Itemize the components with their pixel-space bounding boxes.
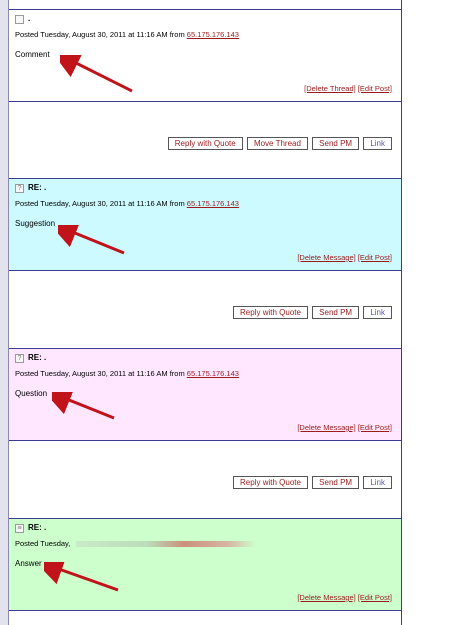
- post-actions: Reply with Quote Send PM Link: [9, 270, 401, 348]
- post-date: Posted Tuesday, August 30, 2011 at 11:16…: [15, 199, 185, 208]
- post-body: Suggestion: [15, 219, 56, 228]
- post-title: RE: .: [28, 183, 47, 192]
- ip-link[interactable]: 65.175.176.143: [187, 199, 239, 208]
- post-admin-links: [Delete Message] [Edit Post]: [297, 593, 392, 602]
- button-row: Reply with Quote Send PM Link: [231, 476, 392, 489]
- ip-link[interactable]: 65.175.176.143: [187, 30, 239, 39]
- post-type-icon: [15, 15, 24, 24]
- reply-with-quote-button[interactable]: Reply with Quote: [233, 306, 308, 319]
- reply-with-quote-button[interactable]: Reply with Quote: [233, 476, 308, 489]
- post-date: Posted Tuesday, August 30, 2011 at 11:16…: [15, 369, 185, 378]
- post-date: Posted Tuesday,: [15, 539, 71, 548]
- delete-message-link[interactable]: [Delete Message]: [297, 593, 355, 602]
- annotation-arrow-icon: [44, 562, 119, 592]
- edit-post-link[interactable]: [Edit Post]: [358, 253, 392, 262]
- post-date: Posted Tuesday, August 30, 2011 at 11:16…: [15, 30, 185, 39]
- post-title: RE: .: [28, 523, 47, 532]
- ip-link[interactable]: 65.175.176.143: [187, 369, 239, 378]
- link-button[interactable]: Link: [363, 137, 392, 150]
- edit-post-link[interactable]: [Edit Post]: [358, 423, 392, 432]
- answer-icon: ≡: [15, 524, 24, 533]
- post-body: Comment: [15, 50, 50, 59]
- send-pm-button[interactable]: Send PM: [312, 137, 360, 150]
- post-title: .: [28, 14, 31, 23]
- blurred-region: [76, 541, 257, 548]
- delete-thread-link[interactable]: [Delete Thread]: [304, 84, 356, 93]
- post-type-icon: ?: [15, 184, 24, 193]
- reply-with-quote-button[interactable]: Reply with Quote: [167, 137, 243, 150]
- link-button[interactable]: Link: [363, 476, 392, 489]
- button-row: Reply with Quote Move Thread Send PM Lin…: [166, 137, 392, 150]
- post-admin-links: [Delete Thread] [Edit Post]: [304, 84, 392, 93]
- annotation-arrow-icon: [60, 55, 133, 93]
- post-actions: Reply with Quote Send PM Link: [9, 440, 401, 518]
- move-thread-button[interactable]: Move Thread: [246, 137, 308, 150]
- delete-message-link[interactable]: [Delete Message]: [297, 423, 355, 432]
- send-pm-button[interactable]: Send PM: [312, 476, 360, 489]
- post-meta: Posted Tuesday,: [15, 539, 257, 548]
- post-body: Question: [15, 389, 48, 398]
- post-admin-links: [Delete Message] [Edit Post]: [297, 423, 392, 432]
- right-frame-border: [401, 0, 402, 625]
- post-admin-links: [Delete Message] [Edit Post]: [297, 253, 392, 262]
- edit-post-link[interactable]: [Edit Post]: [358, 84, 392, 93]
- button-row: Reply with Quote Send PM Link: [231, 306, 392, 319]
- post-meta: Posted Tuesday, August 30, 2011 at 11:16…: [15, 369, 239, 378]
- annotation-arrow-icon: [58, 225, 125, 255]
- post-actions: [9, 610, 401, 625]
- annotation-arrow-icon: [52, 392, 115, 420]
- edit-post-link[interactable]: [Edit Post]: [358, 593, 392, 602]
- question-icon: ?: [15, 354, 24, 363]
- delete-message-link[interactable]: [Delete Message]: [297, 253, 355, 262]
- send-pm-button[interactable]: Send PM: [312, 306, 360, 319]
- post-title: RE: .: [28, 353, 47, 362]
- post-actions: Reply with Quote Move Thread Send PM Lin…: [9, 101, 401, 178]
- post-meta: Posted Tuesday, August 30, 2011 at 11:16…: [15, 199, 239, 208]
- post-meta: Posted Tuesday, August 30, 2011 at 11:16…: [15, 30, 239, 39]
- link-button[interactable]: Link: [363, 306, 392, 319]
- left-frame-bar: [0, 0, 9, 625]
- post-body: Answer: [15, 559, 42, 568]
